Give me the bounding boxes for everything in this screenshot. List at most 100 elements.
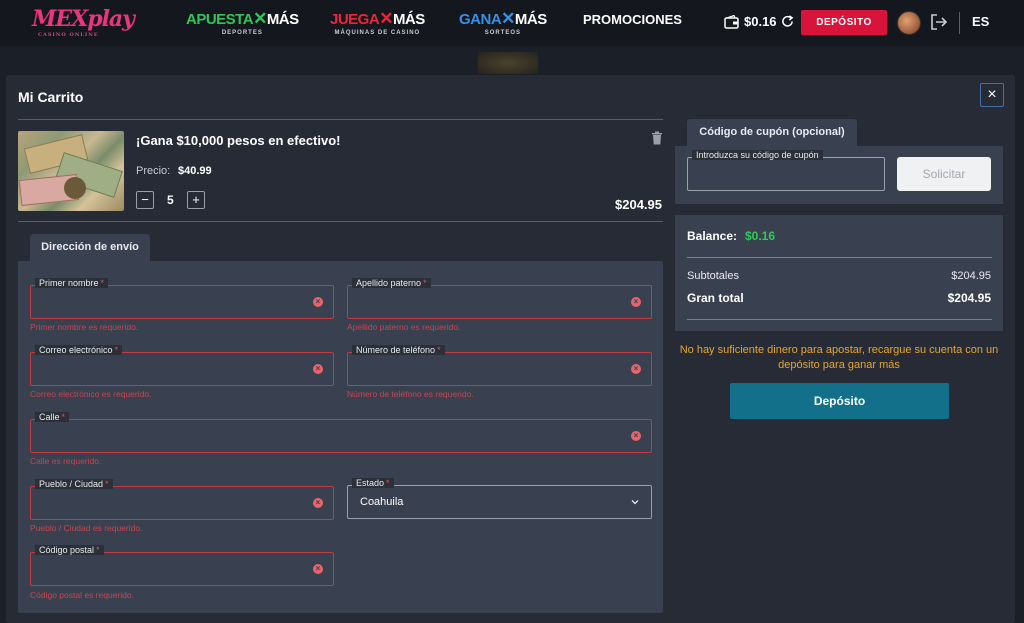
street-label: Calle * — [35, 412, 70, 422]
nav-link-casino-subtitle: MÁQUINAS DE CASINO — [334, 30, 421, 36]
modal-title: Mi Carrito — [18, 89, 84, 105]
error-icon: × — [631, 297, 641, 307]
nav-link-casino[interactable]: JUEGA✕MÁS MÁQUINAS DE CASINO — [330, 9, 425, 36]
error-icon: × — [313, 564, 323, 574]
tab-shipping-address[interactable]: Dirección de envío — [30, 234, 150, 262]
state-value: Coahuila — [360, 496, 404, 508]
apply-coupon-button[interactable]: Solicitar — [897, 157, 991, 191]
coupon-panel: Introduzca su código de cupón Solicitar — [675, 146, 1003, 204]
error-icon: × — [313, 364, 323, 374]
nav-link-raffles-title: GANA✕MÁS — [459, 9, 547, 29]
avatar[interactable] — [897, 11, 921, 35]
postal-code-label: Código postal * — [35, 545, 104, 555]
nav-link-raffles-title-b: MÁS — [514, 11, 547, 28]
error-icon: × — [313, 297, 323, 307]
city-error: Pueblo / Ciudad es requerido. — [30, 523, 143, 533]
summary-divider-bottom — [687, 319, 992, 320]
coupon-input-label: Introduzca su código de cupón — [692, 150, 823, 160]
street-field[interactable]: Calle * × — [30, 412, 652, 453]
postal-code-field[interactable]: Código postal * × — [30, 545, 334, 586]
product-image — [18, 131, 124, 211]
deposit-button[interactable]: Depósito — [730, 383, 949, 419]
email-field[interactable]: Correo electrónico * × — [30, 345, 334, 386]
close-button[interactable]: × — [980, 83, 1004, 107]
city-label: Pueblo / Ciudad * — [35, 479, 113, 489]
nav-divider — [959, 12, 960, 34]
quantity-value: 5 — [167, 193, 174, 207]
email-error: Correo electrónico es requerido. — [30, 389, 152, 399]
wallet-icon — [724, 14, 739, 29]
brand-logo-subtitle: CASINO ONLINE — [38, 32, 99, 38]
error-icon: × — [631, 431, 641, 441]
background-decoration — [478, 52, 538, 74]
shipping-address-panel: Primer nombre * × Primer nombre es requer… — [18, 261, 663, 613]
subtotal-label: Subtotales — [687, 270, 739, 282]
summary-divider — [687, 257, 992, 258]
postal-code-error: Código postal es requerido. — [30, 590, 134, 600]
brand-logo[interactable]: MEXplay CASINO ONLINE — [32, 6, 135, 38]
order-summary: Balance: $0.16 Subtotales $204.95 Gran t… — [675, 215, 1003, 331]
nav-link-sports-title-b: MÁS — [266, 11, 299, 28]
nav-link-casino-title-b: MÁS — [392, 11, 425, 28]
first-name-label-text: Primer nombre — [39, 278, 99, 288]
trash-icon[interactable] — [651, 131, 663, 145]
grand-total-value: $204.95 — [947, 291, 991, 305]
phone-label-text: Número de teléfono — [356, 345, 436, 355]
street-label-text: Calle — [39, 412, 60, 422]
divider-top — [18, 119, 663, 120]
grand-total-label: Gran total — [687, 291, 744, 305]
email-label-text: Correo electrónico — [39, 345, 113, 355]
language-selector[interactable]: ES — [972, 14, 989, 29]
first-name-field[interactable]: Primer nombre * × — [30, 278, 334, 319]
nav-link-raffles[interactable]: GANA✕MÁS SORTEOS — [459, 9, 547, 36]
header-balance-value: $0.16 — [744, 14, 777, 29]
x-mark-icon: ✕ — [379, 9, 393, 28]
nav-link-casino-title-a: JUEGA — [330, 11, 380, 28]
divider-product — [18, 221, 663, 222]
nav-link-sports-title: APUESTA✕MÁS — [186, 9, 299, 29]
city-label-text: Pueblo / Ciudad — [39, 479, 104, 489]
close-icon: × — [987, 86, 997, 103]
brand-logo-text: MEXplay — [32, 6, 135, 32]
required-mark: * — [386, 478, 390, 488]
postal-code-label-text: Código postal — [39, 545, 95, 555]
product-title: ¡Gana $10,000 pesos en efectivo! — [136, 133, 341, 148]
price-value: $40.99 — [178, 165, 212, 177]
top-navbar: MEXplay CASINO ONLINE APUESTA✕MÁS DEPORT… — [0, 0, 1024, 46]
quantity-increase-button[interactable]: + — [187, 191, 205, 209]
state-select[interactable]: Estado * Coahuila — [347, 478, 652, 519]
tab-coupon[interactable]: Código de cupón (opcional) — [687, 119, 857, 147]
balance-value: $0.16 — [745, 229, 776, 243]
last-name-label-text: Apellido paterno — [356, 278, 422, 288]
nav-link-raffles-title-a: GANA — [459, 11, 502, 28]
required-mark: * — [423, 278, 427, 288]
state-label-text: Estado — [356, 478, 385, 488]
quantity-decrease-button[interactable]: − — [136, 191, 154, 209]
error-icon: × — [313, 498, 323, 508]
required-mark: * — [61, 412, 66, 422]
header-balance: $0.16 — [724, 14, 794, 29]
email-label: Correo electrónico * — [35, 345, 123, 355]
state-label: Estado * — [352, 478, 394, 488]
coupon-input[interactable]: Introduzca su código de cupón — [687, 150, 885, 191]
logout-icon[interactable] — [930, 13, 948, 31]
phone-label: Número de teléfono * — [352, 345, 445, 355]
nav-link-promotions[interactable]: PROMOCIONES — [583, 12, 682, 27]
cart-modal: Mi Carrito × ¡Gana $10,000 pesos en efec… — [6, 75, 1015, 623]
required-mark: * — [114, 345, 119, 355]
subtotal-value: $204.95 — [951, 270, 991, 282]
required-mark: * — [437, 345, 441, 355]
phone-error: Número de teléfono es requerido. — [347, 389, 474, 399]
nav-link-sports-title-a: APUESTA — [186, 11, 254, 28]
header-deposit-button[interactable]: DEPÓSITO — [801, 10, 887, 35]
city-field[interactable]: Pueblo / Ciudad * × — [30, 479, 334, 520]
x-mark-icon: ✕ — [501, 9, 515, 28]
refresh-icon[interactable] — [781, 15, 794, 28]
last-name-error: Apellido paterno es requerido. — [347, 322, 461, 332]
first-name-label: Primer nombre * — [35, 278, 109, 288]
insufficient-funds-warning: No hay suficiente dinero para apostar, r… — [679, 344, 999, 371]
nav-link-sports[interactable]: APUESTA✕MÁS DEPORTES — [186, 9, 299, 36]
last-name-field[interactable]: Apellido paterno * × — [347, 278, 652, 319]
phone-field[interactable]: Número de teléfono * × — [347, 345, 652, 386]
street-error: Calle es requerido. — [30, 456, 102, 466]
